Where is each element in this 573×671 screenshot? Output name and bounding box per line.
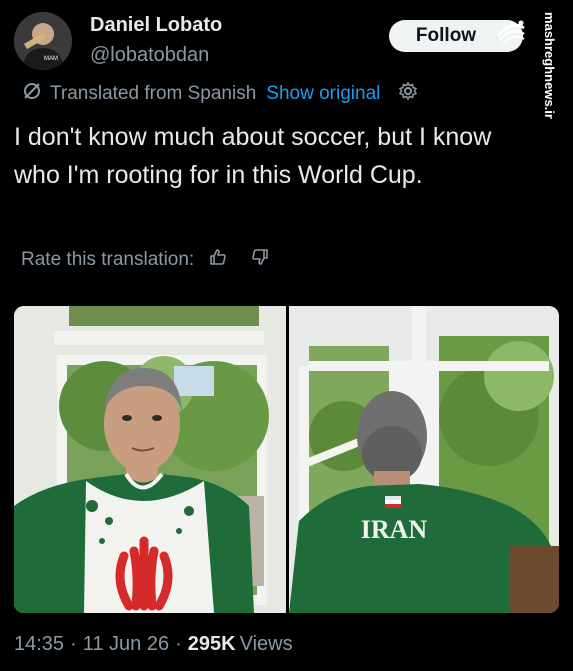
views-count: 295K [187,633,236,655]
translation-row: Translated from Spanish Show original [22,81,418,107]
translate-icon [22,81,42,107]
rate-translation-label: Rate this translation: [21,249,195,270]
tweet-header: MAM Daniel Lobato @lobatobdan Follow mas… [0,0,573,118]
gear-icon[interactable] [398,81,418,107]
photo-selfie-in-iran-shirt[interactable] [14,306,286,613]
show-original-link[interactable]: Show original [266,83,380,105]
author-handle[interactable]: @lobatobdan [90,44,209,67]
profile-avatar-icon[interactable]: MAM [14,12,72,70]
tweet-time[interactable]: 14:35 [14,633,64,656]
thumbs-down-icon[interactable] [250,247,270,273]
watermark-text: mashreghnews.ir [541,11,557,119]
translated-label: Translated from Spanish [50,83,257,104]
meta-separator: · [70,633,77,655]
shirt-text: IRAN [361,515,428,544]
tweet-text: I don't know much about soccer, but I kn… [14,123,492,189]
mashregh-logo-icon [494,14,528,48]
tweet-meta: 14:35 · 11 Jun 26 · 295K Views [14,633,293,656]
rate-translation-row: Rate this translation: [21,247,270,273]
tweet-date[interactable]: 11 Jun 26 [83,633,169,656]
svg-text:MAM: MAM [44,56,58,62]
author-display-name[interactable]: Daniel Lobato [90,14,222,37]
photo-back-view-iran-shirt[interactable]: IRAN [289,306,559,613]
views-label: Views [239,633,293,655]
meta-separator: · [175,633,182,655]
thumbs-up-icon[interactable] [208,247,228,273]
